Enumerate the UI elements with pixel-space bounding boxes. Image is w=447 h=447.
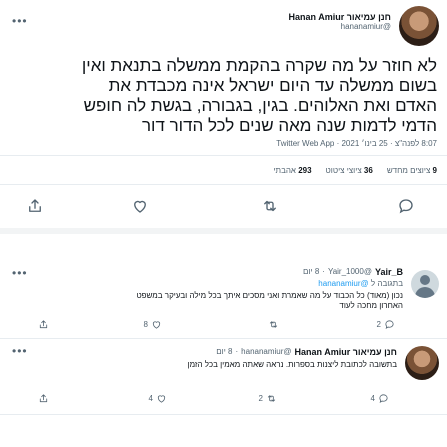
separator-dot: · bbox=[235, 347, 239, 356]
retweet-icon bbox=[269, 320, 278, 328]
divider bbox=[0, 414, 447, 415]
retweet-count: 2 bbox=[258, 393, 263, 403]
replying-to: בתגובה ל @hananamiur bbox=[318, 279, 403, 288]
section-gap bbox=[0, 228, 447, 234]
share-button[interactable] bbox=[38, 318, 49, 330]
like-button[interactable] bbox=[131, 197, 149, 215]
retweets-stat[interactable]: 9 ציוצים מחדש bbox=[387, 166, 437, 175]
reply-body: בתשובה לכתובת ליצנות בספרות. נראה שאתה מ… bbox=[7, 360, 397, 370]
reply-time[interactable]: 8 יום bbox=[303, 267, 319, 277]
reply-count: 4 bbox=[370, 393, 375, 403]
reply-button[interactable]: 4 bbox=[371, 392, 389, 404]
quotes-stat[interactable]: 36 ציוצי ציטוט bbox=[326, 166, 373, 175]
retweet-button[interactable]: 2 bbox=[259, 392, 277, 404]
author-block[interactable]: חנן עמיאור Hanan Amiur @hananamiur bbox=[171, 12, 391, 31]
divider bbox=[0, 338, 447, 339]
replying-to-handle[interactable]: @hananamiur bbox=[318, 279, 368, 288]
reply-line: האחרון מחכה לעוד bbox=[339, 301, 403, 310]
tweet-body: לא חוזר על מה שקרה בהקמת ממשלה בתנאת ואי… bbox=[9, 56, 437, 136]
avatar-head bbox=[420, 275, 430, 285]
reply-author-name[interactable]: חנן עמיאור Hanan Amiur bbox=[295, 347, 397, 357]
tweet-timestamp[interactable]: 8:07 לפנה"צ · 25 בינו׳ 2021 · Twitter We… bbox=[276, 139, 437, 148]
reply-avatar[interactable] bbox=[405, 346, 439, 380]
retweets-count: 9 bbox=[432, 166, 437, 175]
likes-count: 293 bbox=[298, 166, 312, 175]
reply-button[interactable]: 2 bbox=[377, 318, 395, 330]
likes-stat[interactable]: 293 אהבתי bbox=[273, 166, 311, 175]
author-name[interactable]: חנן עמיאור Hanan Amiur bbox=[171, 12, 391, 22]
heart-icon bbox=[152, 320, 161, 329]
divider bbox=[0, 184, 447, 185]
like-count: 4 bbox=[148, 393, 153, 403]
reply-author-handle[interactable]: @Yair_1000 bbox=[328, 267, 372, 277]
avatar-body bbox=[415, 287, 435, 298]
reply-header: Yair_B @Yair_1000 · 8 יום bbox=[303, 267, 403, 277]
share-icon bbox=[29, 199, 41, 212]
retweets-label: ציוצים מחדש bbox=[386, 166, 431, 175]
reply-author-handle[interactable]: @hananamiur bbox=[241, 347, 291, 357]
like-button[interactable]: 4 bbox=[149, 392, 167, 404]
retweet-icon bbox=[264, 200, 276, 212]
reply-line: נכון (מאוד) כל הכבוד על מה שאמרת ואני מס… bbox=[136, 291, 403, 300]
reply-line: בתשובה לכתובת ליצנות בספרות. נראה שאתה מ… bbox=[187, 360, 397, 369]
more-options-icon[interactable]: ••• bbox=[12, 344, 28, 358]
tweet-line: האדם ואת האלוהים. בגין, בגבורה, בגשת לה … bbox=[83, 96, 437, 115]
tweet-line: הדמי לדמות שנה מאה שנים לכל הדור דור bbox=[141, 116, 437, 135]
more-options-icon[interactable]: ••• bbox=[12, 266, 28, 280]
reply-icon bbox=[399, 199, 413, 214]
like-count: 8 bbox=[143, 319, 148, 329]
share-icon bbox=[39, 319, 48, 328]
share-button[interactable] bbox=[26, 197, 44, 215]
reply-author-name[interactable]: Yair_B bbox=[375, 267, 403, 277]
replying-label: בתגובה ל bbox=[370, 279, 403, 288]
quotes-count: 36 bbox=[363, 166, 373, 175]
more-options-icon[interactable]: ••• bbox=[12, 14, 28, 28]
reply-button[interactable] bbox=[397, 197, 415, 215]
retweet-icon bbox=[267, 394, 276, 402]
divider bbox=[0, 155, 447, 156]
author-avatar[interactable] bbox=[399, 6, 439, 46]
reply-body: נכון (מאוד) כל הכבוד על מה שאמרת ואני מס… bbox=[8, 291, 403, 311]
reply-icon bbox=[379, 393, 388, 403]
quotes-label: ציוצי ציטוט bbox=[325, 166, 362, 175]
reply-avatar[interactable] bbox=[411, 270, 439, 298]
heart-icon bbox=[134, 200, 146, 213]
reply-time[interactable]: 8 יום bbox=[216, 347, 232, 357]
tweet-line: לא חוזר על מה שקרה בהקמת ממשלה בתנאת ואי… bbox=[81, 56, 437, 75]
likes-label: אהבתי bbox=[273, 166, 296, 175]
share-icon bbox=[39, 393, 48, 402]
reply-header: חנן עמיאור Hanan Amiur @hananamiur · 8 י… bbox=[216, 347, 397, 357]
reply-count: 2 bbox=[376, 319, 381, 329]
like-button[interactable]: 8 bbox=[144, 318, 162, 330]
retweet-button[interactable] bbox=[261, 197, 279, 215]
retweet-button[interactable] bbox=[265, 318, 279, 330]
tweet-stats: 9 ציוצים מחדש 36 ציוצי ציטוט 293 אהבתי bbox=[273, 166, 437, 175]
heart-icon bbox=[157, 394, 166, 403]
tweet-line: בשום ממשלה עד היום ישראל אינה מכבדת את bbox=[108, 76, 437, 95]
reply-icon bbox=[385, 319, 394, 329]
share-button[interactable] bbox=[38, 392, 49, 404]
author-handle[interactable]: @hananamiur bbox=[171, 22, 391, 31]
separator-dot: · bbox=[322, 267, 325, 276]
